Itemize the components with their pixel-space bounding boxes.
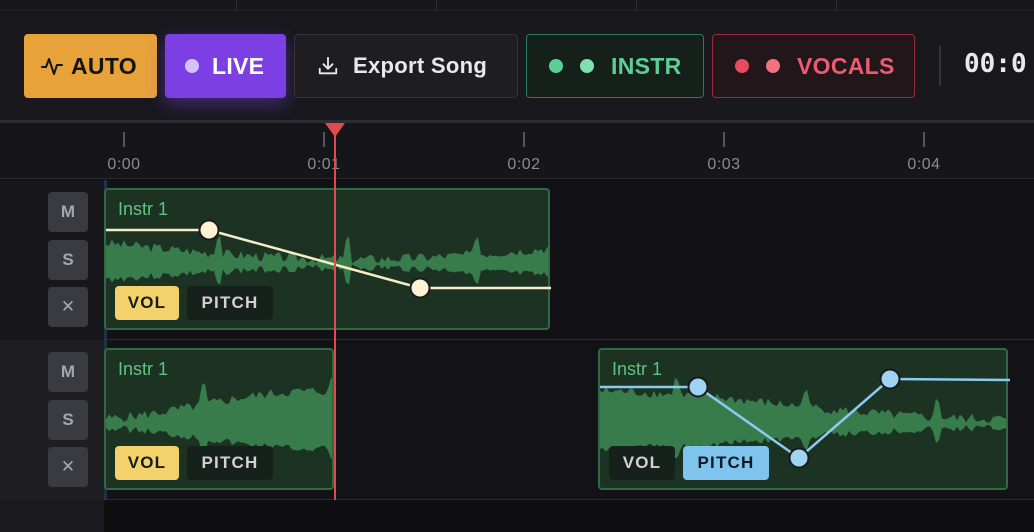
audio-clip[interactable]: Instr 1 VOL PITCH bbox=[104, 348, 334, 490]
ruler-label: 0:04 bbox=[907, 156, 941, 173]
ruler-label: 0:02 bbox=[507, 156, 541, 173]
download-icon bbox=[318, 56, 338, 75]
vol-tag[interactable]: VOL bbox=[115, 446, 179, 480]
playhead-line[interactable] bbox=[334, 123, 336, 500]
vocals-filter-label: VOCALS bbox=[797, 52, 895, 79]
track-header: M S ✕ bbox=[0, 340, 104, 500]
ruler-label: 0:03 bbox=[707, 156, 741, 173]
pitch-tag[interactable]: PITCH bbox=[187, 286, 273, 320]
clip-name: Instr 1 bbox=[118, 199, 169, 219]
mute-button[interactable]: M bbox=[48, 192, 88, 232]
ruler-label: 0:00 bbox=[107, 156, 141, 173]
auto-button[interactable]: AUTO bbox=[24, 34, 157, 98]
pitch-tag[interactable]: PITCH bbox=[683, 446, 769, 480]
remove-track-button[interactable]: ✕ bbox=[48, 447, 88, 487]
activity-pulse-icon bbox=[41, 58, 63, 75]
audio-clip[interactable]: Instr 1 VOL PITCH bbox=[598, 348, 1008, 490]
toolbar: AUTO LIVE Export Song INSTR VOCALS 00:0 bbox=[0, 12, 1034, 120]
waveform-shape bbox=[106, 235, 548, 286]
timeline-ruler[interactable]: 0:00 0:01 0:02 0:03 0:04 bbox=[0, 123, 1034, 179]
vocals-filter-button[interactable]: VOCALS bbox=[712, 34, 915, 98]
instr-dot-icon bbox=[580, 59, 594, 73]
top-overview-strip bbox=[0, 0, 1034, 11]
instr-filter-button[interactable]: INSTR bbox=[526, 34, 704, 98]
auto-button-label: AUTO bbox=[71, 52, 137, 79]
track-header: M S ✕ bbox=[0, 180, 104, 340]
solo-button[interactable]: S bbox=[48, 400, 88, 440]
solo-button[interactable]: S bbox=[48, 240, 88, 280]
vol-tag[interactable]: VOL bbox=[609, 446, 675, 480]
toolbar-separator bbox=[939, 46, 941, 86]
instr-dot-icon bbox=[549, 59, 563, 73]
export-song-label: Export Song bbox=[353, 53, 488, 78]
ruler-tick bbox=[523, 132, 525, 147]
export-song-button[interactable]: Export Song bbox=[294, 34, 518, 98]
live-button-label: LIVE bbox=[212, 52, 265, 79]
ruler-tick bbox=[923, 132, 925, 147]
live-button[interactable]: LIVE bbox=[165, 34, 286, 98]
audio-clip[interactable]: Instr 1 VOL PITCH bbox=[104, 188, 550, 330]
instr-filter-label: INSTR bbox=[611, 52, 682, 79]
clip-name: Instr 1 bbox=[118, 359, 169, 379]
live-dot-icon bbox=[185, 59, 199, 73]
vocals-dot-icon bbox=[735, 59, 749, 73]
remove-track-button[interactable]: ✕ bbox=[48, 287, 88, 327]
playhead-handle[interactable] bbox=[325, 123, 345, 137]
clip-name: Instr 1 bbox=[612, 359, 663, 379]
timecode-display: 00:0 bbox=[964, 49, 1027, 79]
vocals-dot-icon bbox=[766, 59, 780, 73]
pitch-tag[interactable]: PITCH bbox=[187, 446, 273, 480]
ruler-tick bbox=[723, 132, 725, 147]
mute-button[interactable]: M bbox=[48, 352, 88, 392]
bottom-area bbox=[0, 500, 1034, 532]
vol-tag[interactable]: VOL bbox=[115, 286, 179, 320]
ruler-tick bbox=[123, 132, 125, 147]
